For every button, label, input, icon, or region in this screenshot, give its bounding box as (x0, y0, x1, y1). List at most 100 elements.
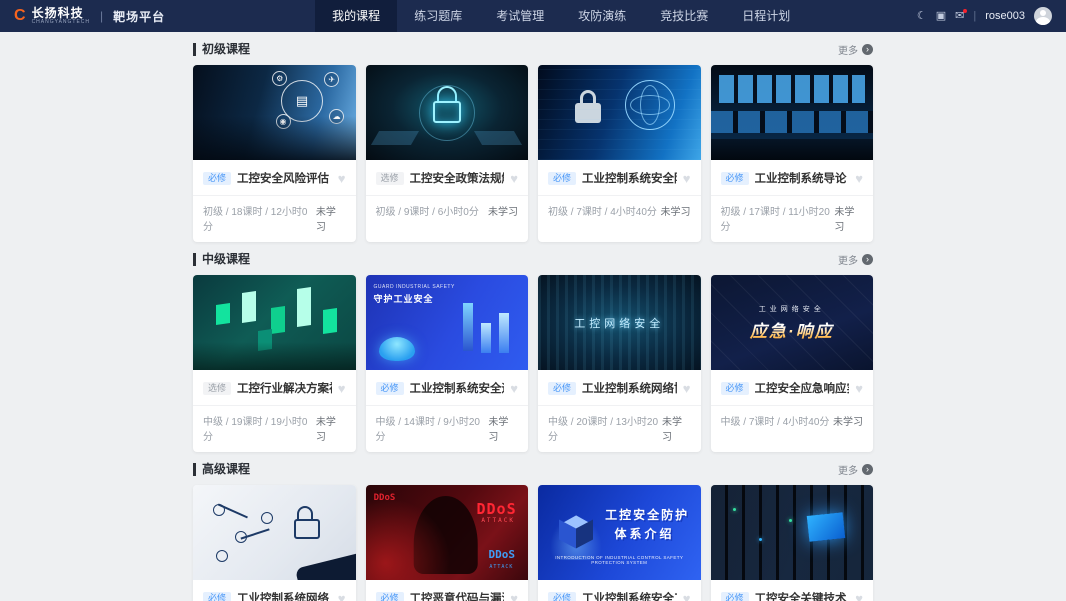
favorite-icon[interactable]: ♥ (510, 382, 518, 395)
username[interactable]: rose003 (985, 10, 1025, 22)
more-button[interactable]: 更多 › (838, 42, 873, 57)
thumb-decor (271, 306, 285, 334)
theme-moon-icon[interactable]: ☾ (917, 11, 927, 22)
course-card[interactable]: 工控网络安全 必修 工业控制系统网络协议... ♥ 中级 / 20课时 / 13… (538, 275, 701, 452)
course-card[interactable]: DDoS DDoS ATTACK DDoS ATTACK 必修 工控恶意代码与漏… (366, 485, 529, 601)
favorite-icon[interactable]: ♥ (855, 382, 863, 395)
favorite-icon[interactable]: ♥ (338, 172, 346, 185)
badge-required: 必修 (548, 592, 576, 601)
course-card[interactable]: 工业网络安全 应急·响应 必修 工控安全应急响应实践 ♥ 中级 / 7课时 / … (711, 275, 874, 452)
course-card[interactable]: 必修 工业控制系统安全防护 ♥ 初级 / 7课时 / 4小时40分 未学习 (538, 65, 701, 242)
favorite-icon[interactable]: ♥ (855, 172, 863, 185)
favorite-icon[interactable]: ♥ (510, 172, 518, 185)
lock-icon (575, 103, 601, 123)
nav-tab-exam-management[interactable]: 考试管理 (479, 0, 561, 32)
section-title: 高级课程 (193, 463, 250, 476)
more-arrow-icon: › (862, 464, 873, 475)
mail-icon[interactable]: ✉ (955, 11, 964, 22)
course-card[interactable]: GUARD INDUSTRIAL SAFETY 守护工业安全 必修 工业控制系统… (366, 275, 529, 452)
badge-required: 必修 (721, 382, 749, 395)
course-card[interactable]: ▤ ✈ ☁ ⚙ ◉ 必修 工控安全风险评估 ♥ 初级 / 18课时 / 12小时… (193, 65, 356, 242)
more-arrow-icon: › (862, 44, 873, 55)
user-area: ☾ ▣ ✉ | rose003 (917, 7, 1052, 25)
lock-icon (433, 101, 461, 123)
nav-tab-exercise-bank[interactable]: 练习题库 (397, 0, 479, 32)
thumb-decor (806, 512, 845, 542)
course-card[interactable]: 必修 工业控制系统网络 ♥ 高级 / 12课时 / 8小时0分 未学习 (193, 485, 356, 601)
thumb-decor (759, 538, 762, 541)
apps-icon[interactable]: ▣ (936, 11, 946, 22)
section-header-advanced: 高级课程 更多 › (193, 462, 873, 477)
course-thumbnail-cyber-matrix: 工控网络安全 (538, 275, 701, 370)
course-thumbnail-ddos-attack: DDoS DDoS ATTACK DDoS ATTACK (366, 485, 529, 580)
course-status: 未学习 (316, 203, 346, 233)
nav-tab-competition[interactable]: 竞技比赛 (643, 0, 725, 32)
thumb-decor (242, 291, 256, 323)
course-card[interactable]: 必修 工控安全关键技术 ♥ 高级 / 39课时 / 26小时0分 未学习 (711, 485, 874, 601)
course-status: 未学习 (833, 413, 863, 428)
favorite-icon[interactable]: ♥ (683, 172, 691, 185)
favorite-icon[interactable]: ♥ (683, 382, 691, 395)
logo-divider: | (100, 9, 103, 23)
thumb-decor (499, 313, 509, 353)
course-title: 工业控制系统安全运营 (410, 380, 505, 396)
course-status: 未学习 (316, 413, 346, 443)
thumb-decor (463, 303, 473, 351)
course-card[interactable]: 必修 工业控制系统导论 ♥ 初级 / 17课时 / 11小时20分 未学习 (711, 65, 874, 242)
course-thumbnail-guard-safety: GUARD INDUSTRIAL SAFETY 守护工业安全 (366, 275, 529, 370)
thumb-decor (474, 131, 522, 145)
course-status: 未学习 (834, 203, 863, 233)
badge-required: 必修 (721, 592, 749, 601)
badge-required: 必修 (376, 382, 404, 395)
thumb-decor (481, 323, 491, 353)
favorite-icon[interactable]: ♥ (855, 592, 863, 601)
lock-icon (294, 519, 320, 539)
course-title: 工业控制系统安全防护 (582, 170, 677, 186)
thumb-decor: ☁ (329, 109, 344, 124)
thumb-decor (789, 519, 792, 522)
user-divider: | (973, 10, 976, 22)
more-arrow-icon: › (862, 254, 873, 265)
more-button[interactable]: 更多 › (838, 462, 873, 477)
course-meta: 初级 / 18课时 / 12小时0分 (203, 203, 316, 233)
course-title: 工控安全风险评估 (237, 170, 332, 186)
course-card[interactable]: 选修 工控安全政策法规解读 ♥ 初级 / 9课时 / 6小时0分 未学习 (366, 65, 529, 242)
badge-required: 必修 (721, 172, 749, 185)
more-button[interactable]: 更多 › (838, 252, 873, 267)
badge-elective: 选修 (376, 172, 404, 185)
nav-tab-attack-defense[interactable]: 攻防演练 (561, 0, 643, 32)
thumb-decor (258, 329, 272, 351)
favorite-icon[interactable]: ♥ (338, 592, 346, 601)
badge-required: 必修 (548, 382, 576, 395)
thumb-decor (297, 287, 311, 327)
thumb-decor: ▤ (281, 80, 323, 122)
favorite-icon[interactable]: ♥ (338, 382, 346, 395)
thumb-decor (733, 508, 736, 511)
course-card[interactable]: 工控安全防护 体系介绍 INTRODUCTION OF INDUSTRIAL C… (538, 485, 701, 601)
course-content: 初级课程 更多 › ▤ ✈ ☁ ⚙ ◉ 必修 工控安全风险评估 ♥ 初级 / 1… (193, 42, 873, 601)
thumb-decor (711, 111, 874, 134)
course-status: 未学习 (488, 203, 518, 218)
main-nav: 我的课程 练习题库 考试管理 攻防演练 竞技比赛 日程计划 (315, 0, 807, 32)
course-thumbnail-globe-lock (538, 65, 701, 160)
nav-tab-my-courses[interactable]: 我的课程 (315, 0, 397, 32)
image-caption-sub: ATTACK (481, 517, 515, 524)
course-thumbnail-protection-system: 工控安全防护 体系介绍 INTRODUCTION OF INDUSTRIAL C… (538, 485, 701, 580)
course-status: 未学习 (662, 413, 690, 443)
nav-tab-schedule[interactable]: 日程计划 (725, 0, 807, 32)
image-caption: DDoS (477, 500, 517, 518)
favorite-icon[interactable]: ♥ (683, 592, 691, 601)
section-header-beginner: 初级课程 更多 › (193, 42, 873, 57)
course-card[interactable]: 选修 工控行业解决方案视频... ♥ 中级 / 19课时 / 19小时0分 未学… (193, 275, 356, 452)
product-name: 靶场平台 (113, 8, 165, 25)
notification-dot (963, 9, 967, 13)
brand-name-block: 长扬科技 CHANGYANGTECH (32, 7, 90, 25)
course-meta: 初级 / 9课时 / 6小时0分 (376, 203, 479, 218)
course-meta: 中级 / 19课时 / 19小时0分 (203, 413, 316, 443)
user-avatar[interactable] (1034, 7, 1052, 25)
image-caption-alt-sub: ATTACK (489, 564, 513, 570)
course-title: 工业控制系统安全工程 (582, 590, 677, 601)
favorite-icon[interactable]: ♥ (510, 592, 518, 601)
app-logo[interactable]: C 长扬科技 CHANGYANGTECH | 靶场平台 (14, 7, 165, 25)
course-title: 工业控制系统导论 (755, 170, 850, 186)
